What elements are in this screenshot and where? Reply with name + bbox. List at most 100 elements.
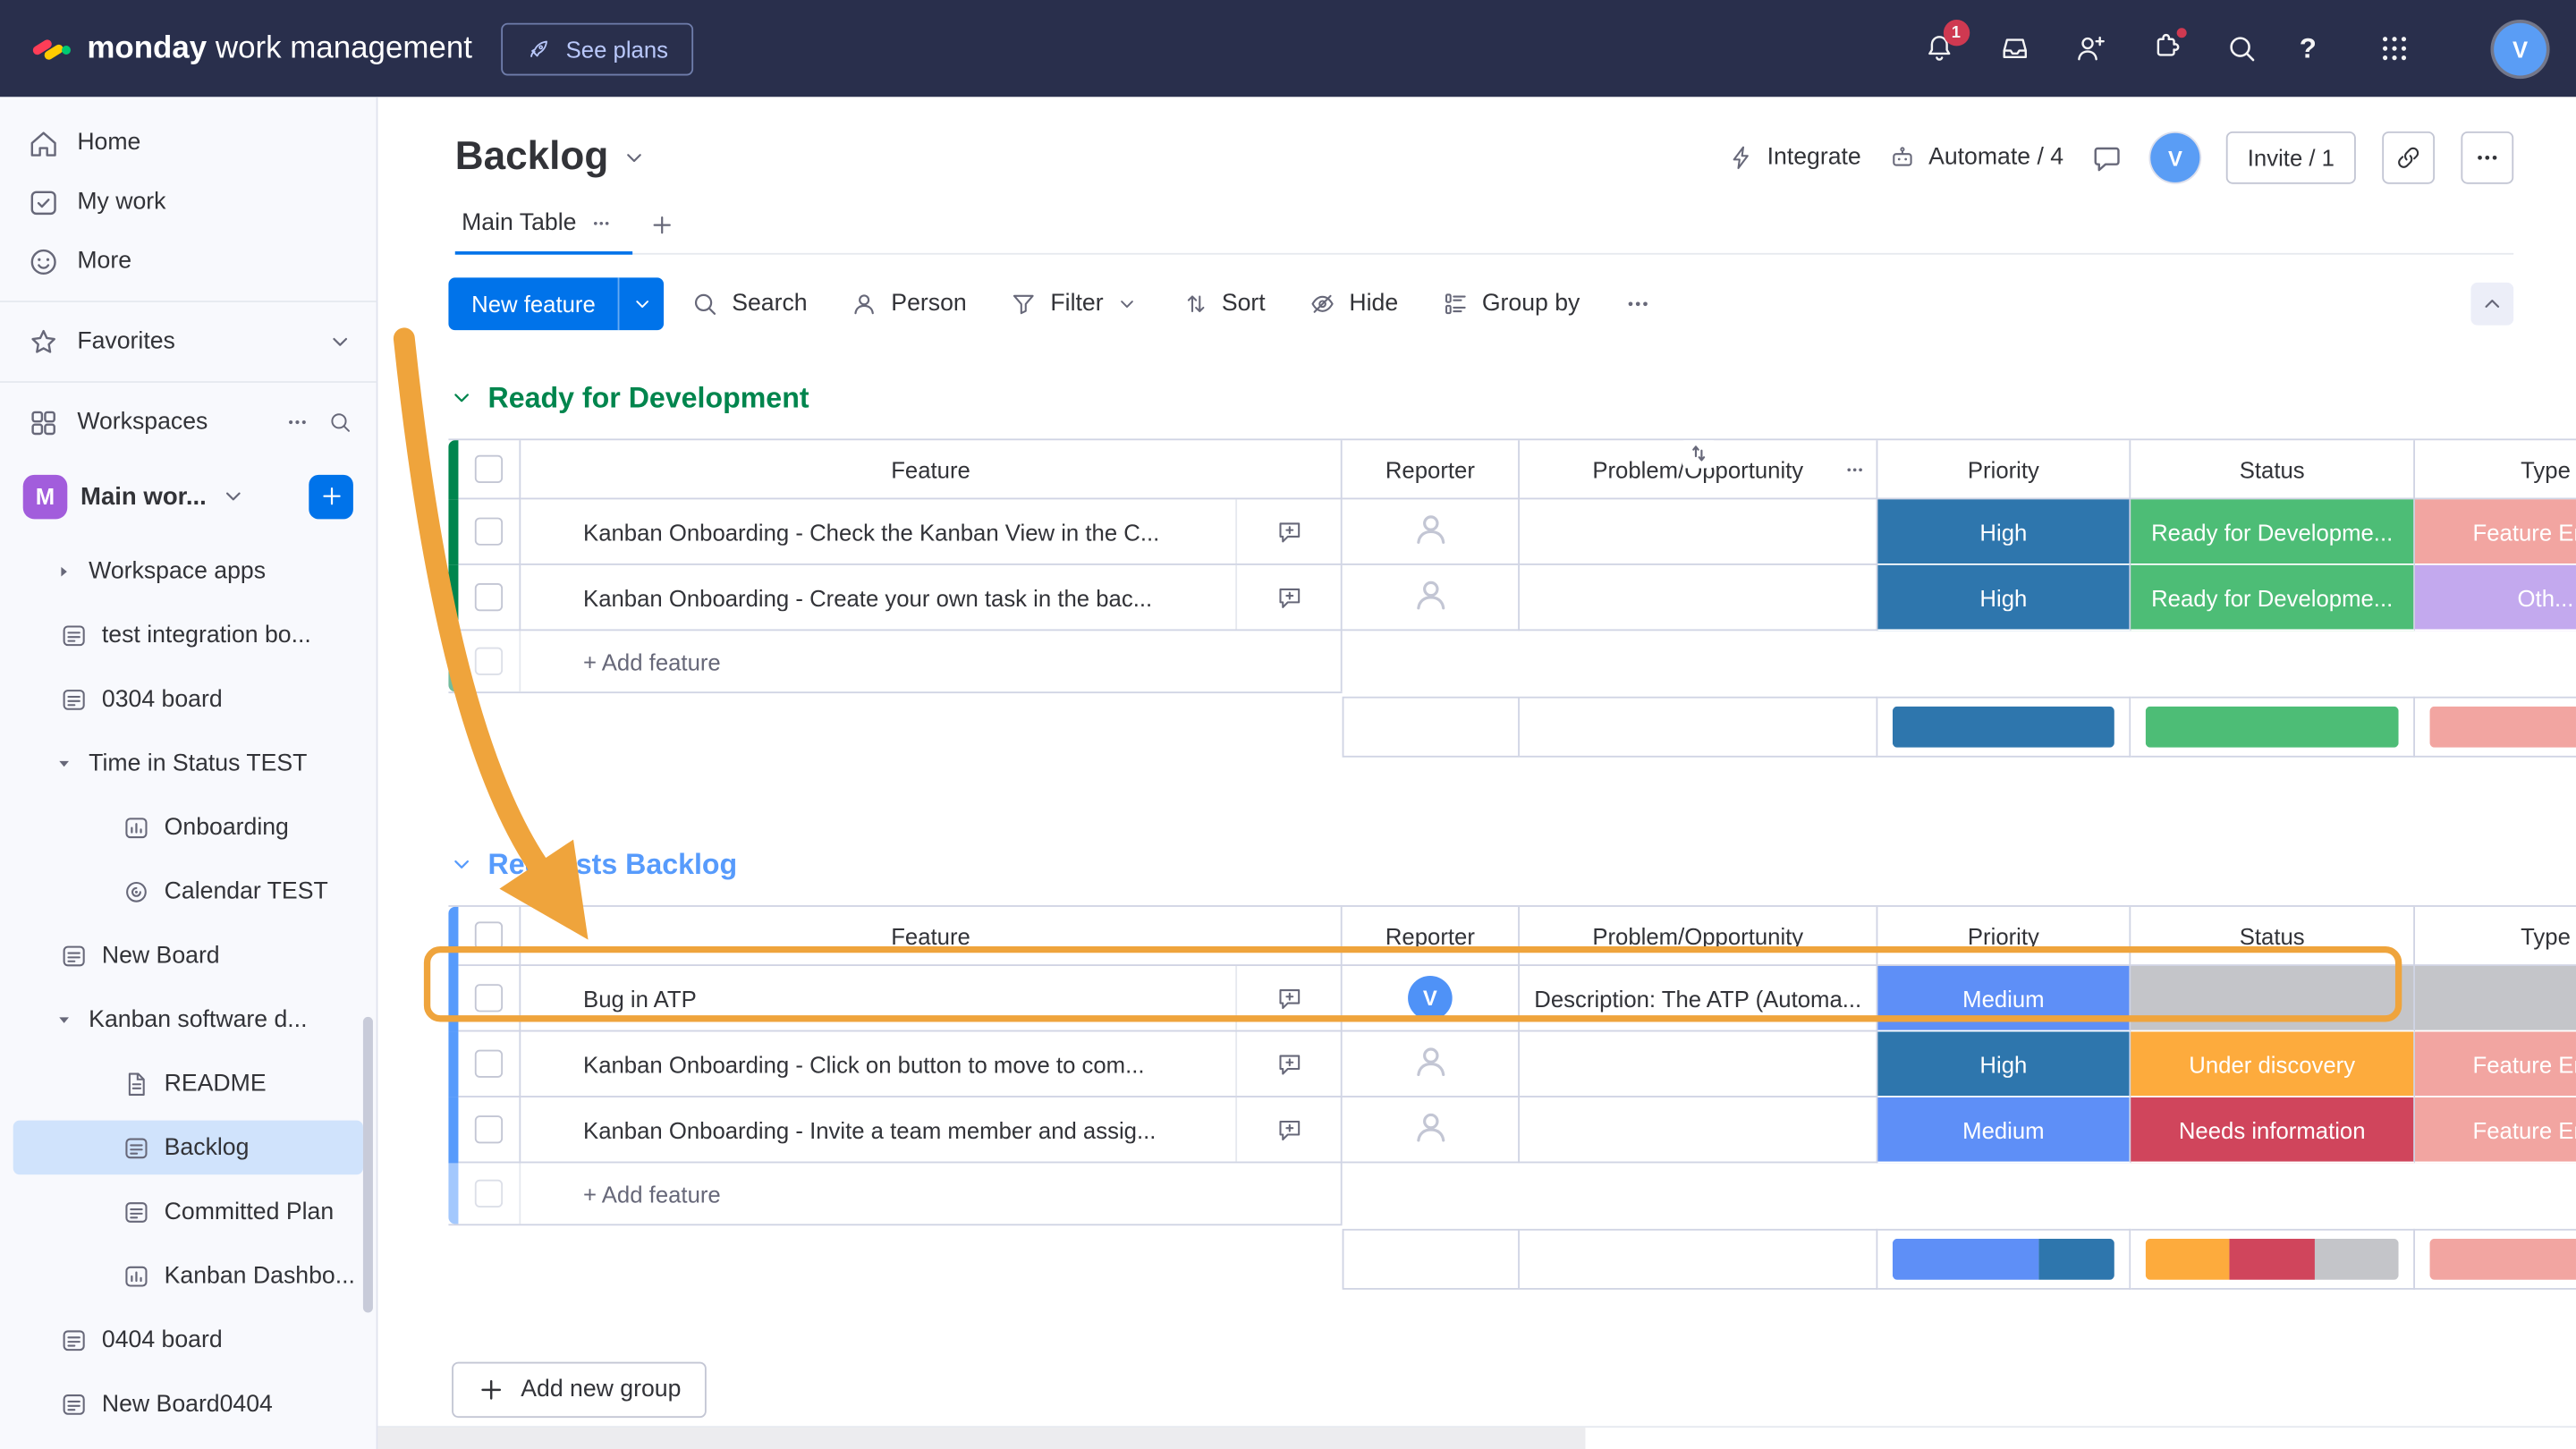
- sidebar-item-board[interactable]: Committed Plan: [13, 1184, 363, 1239]
- problem-cell[interactable]: [1520, 1097, 1877, 1163]
- group-collapse-chevron[interactable]: [448, 851, 474, 877]
- integrate-button[interactable]: Integrate: [1726, 143, 1861, 173]
- column-header-status[interactable]: Status: [2131, 440, 2415, 499]
- scrollbar-thumb[interactable]: [377, 1428, 1585, 1449]
- reporter-cell[interactable]: [1343, 499, 1520, 564]
- group-title[interactable]: Ready for Development: [488, 380, 809, 415]
- column-header-reporter[interactable]: Reporter: [1343, 907, 1520, 966]
- sidebar-item-my-work[interactable]: My work: [0, 173, 377, 232]
- column-header-priority[interactable]: Priority: [1877, 440, 2131, 499]
- feature-cell[interactable]: Kanban Onboarding - Create your own task…: [521, 565, 1342, 631]
- group-title[interactable]: Requests Backlog: [488, 847, 738, 882]
- group-by-button[interactable]: Group by: [1425, 279, 1597, 328]
- workspace-selector[interactable]: M Main wor...: [16, 462, 360, 530]
- status-cell[interactable]: Ready for Developme...: [2131, 565, 2415, 631]
- sidebar-workspaces-header[interactable]: Workspaces: [0, 393, 377, 452]
- column-header-feature[interactable]: Feature: [521, 440, 1342, 499]
- feature-name[interactable]: Kanban Onboarding - Create your own task…: [583, 584, 1235, 610]
- sidebar-item-board[interactable]: New Board: [13, 1441, 363, 1449]
- chevron-down-icon[interactable]: [327, 328, 353, 354]
- inbox-button[interactable]: [1997, 31, 2032, 66]
- priority-cell[interactable]: High: [1877, 565, 2131, 631]
- table-row[interactable]: Kanban Onboarding - Click on button to m…: [448, 1031, 2576, 1097]
- new-feature-dropdown[interactable]: [619, 277, 665, 330]
- new-feature-split-button[interactable]: New feature: [448, 277, 665, 330]
- summary-status-cell[interactable]: [2131, 1229, 2415, 1290]
- notifications-button[interactable]: 1: [1921, 31, 1956, 66]
- status-cell[interactable]: [2131, 966, 2415, 1031]
- sidebar-scrollbar[interactable]: [363, 1017, 373, 1313]
- sidebar-item-board[interactable]: New Board0404: [13, 1377, 363, 1431]
- type-cell[interactable]: [2415, 966, 2576, 1031]
- hide-button[interactable]: Hide: [1292, 279, 1414, 328]
- row-checkbox-cell[interactable]: [458, 565, 521, 631]
- invite-button[interactable]: Invite / 1: [2226, 131, 2356, 184]
- global-search-button[interactable]: [2224, 31, 2258, 66]
- row-checkbox[interactable]: [475, 984, 503, 1012]
- new-feature-button[interactable]: New feature: [448, 277, 618, 330]
- sidebar-item-board[interactable]: 0404 board: [13, 1313, 363, 1368]
- reporter-cell[interactable]: [1343, 1031, 1520, 1097]
- problem-cell[interactable]: [1520, 1031, 1877, 1097]
- status-cell[interactable]: Ready for Developme...: [2131, 499, 2415, 564]
- workspaces-menu-icon[interactable]: [284, 409, 310, 435]
- feature-cell[interactable]: Kanban Onboarding - Click on button to m…: [521, 1031, 1342, 1097]
- feature-name[interactable]: Bug in ATP: [583, 985, 1235, 1011]
- column-sort-indicator[interactable]: [1682, 440, 1715, 468]
- group-title-row[interactable]: Ready for Development: [448, 373, 2576, 422]
- select-all-checkbox[interactable]: [475, 921, 503, 949]
- type-cell[interactable]: Oth...: [2415, 565, 2576, 631]
- reporter-avatar[interactable]: V: [1408, 976, 1453, 1021]
- sidebar-item-calendar[interactable]: Calendar TEST: [13, 864, 363, 919]
- row-checkbox-cell[interactable]: [458, 499, 521, 564]
- add-conversation-icon[interactable]: [1235, 1031, 1341, 1096]
- problem-cell[interactable]: [1520, 565, 1877, 631]
- brand[interactable]: monday work management: [30, 27, 472, 70]
- row-checkbox[interactable]: [475, 518, 503, 546]
- sidebar-item-dashboard[interactable]: Kanban Dashbo...: [13, 1249, 363, 1303]
- select-all-cell[interactable]: [458, 440, 521, 499]
- table-row[interactable]: Kanban Onboarding - Invite a team member…: [448, 1097, 2576, 1163]
- group-collapse-chevron[interactable]: [448, 385, 474, 411]
- search-button[interactable]: Search: [674, 279, 824, 328]
- sidebar-item-folder[interactable]: Kanban software d...: [13, 992, 363, 1046]
- tab-menu-icon[interactable]: [589, 212, 613, 235]
- column-header-problem[interactable]: Problem/Opportunity: [1520, 440, 1877, 499]
- feature-cell[interactable]: Kanban Onboarding - Invite a team member…: [521, 1097, 1342, 1163]
- column-header-status[interactable]: Status: [2131, 907, 2415, 966]
- problem-text[interactable]: Description: The ATP (Automa...: [1534, 985, 1861, 1011]
- product-switcher-button[interactable]: [2377, 31, 2412, 66]
- sidebar-item-board[interactable]: New Board: [13, 928, 363, 983]
- add-conversation-icon[interactable]: [1235, 966, 1341, 1030]
- add-conversation-icon[interactable]: [1235, 499, 1341, 564]
- table-row[interactable]: Kanban Onboarding - Create your own task…: [448, 565, 2576, 631]
- row-checkbox-cell[interactable]: [458, 1097, 521, 1163]
- table-row-bug-in-atp[interactable]: Bug in ATP V Description: The ATP (Autom…: [448, 966, 2576, 1031]
- summary-priority-cell[interactable]: [1877, 1229, 2131, 1290]
- automate-button[interactable]: Automate / 4: [1887, 143, 2063, 173]
- add-feature-row[interactable]: + Add feature: [448, 631, 1342, 693]
- help-button[interactable]: ?: [2300, 32, 2317, 65]
- sidebar-item-home[interactable]: Home: [0, 114, 377, 173]
- sidebar-item-dashboard[interactable]: Onboarding: [13, 800, 363, 854]
- add-feature-button[interactable]: + Add feature: [521, 631, 1342, 691]
- sidebar-item-workspace-apps[interactable]: Workspace apps: [13, 544, 363, 598]
- add-board-button[interactable]: [309, 474, 353, 519]
- priority-cell[interactable]: High: [1877, 499, 2131, 564]
- sidebar-item-favorites[interactable]: Favorites: [0, 312, 377, 371]
- sidebar-item-backlog[interactable]: Backlog: [13, 1121, 363, 1175]
- problem-cell[interactable]: Description: The ATP (Automa...: [1520, 966, 1877, 1031]
- summary-status-cell[interactable]: [2131, 697, 2415, 758]
- workspaces-search-icon[interactable]: [327, 409, 353, 435]
- board-menu-chevron[interactable]: [622, 145, 648, 171]
- add-feature-button[interactable]: + Add feature: [521, 1163, 1342, 1224]
- sort-button[interactable]: Sort: [1165, 279, 1282, 328]
- chevron-down-icon[interactable]: [1114, 292, 1138, 316]
- column-menu-icon[interactable]: [1843, 458, 1867, 481]
- feature-cell[interactable]: Kanban Onboarding - Check the Kanban Vie…: [521, 499, 1342, 564]
- type-cell[interactable]: Feature Enh...: [2415, 499, 2576, 564]
- table-row[interactable]: Kanban Onboarding - Check the Kanban Vie…: [448, 499, 2576, 564]
- summary-priority-cell[interactable]: [1877, 697, 2131, 758]
- reporter-cell[interactable]: V: [1343, 966, 1520, 1031]
- priority-cell[interactable]: High: [1877, 1031, 2131, 1097]
